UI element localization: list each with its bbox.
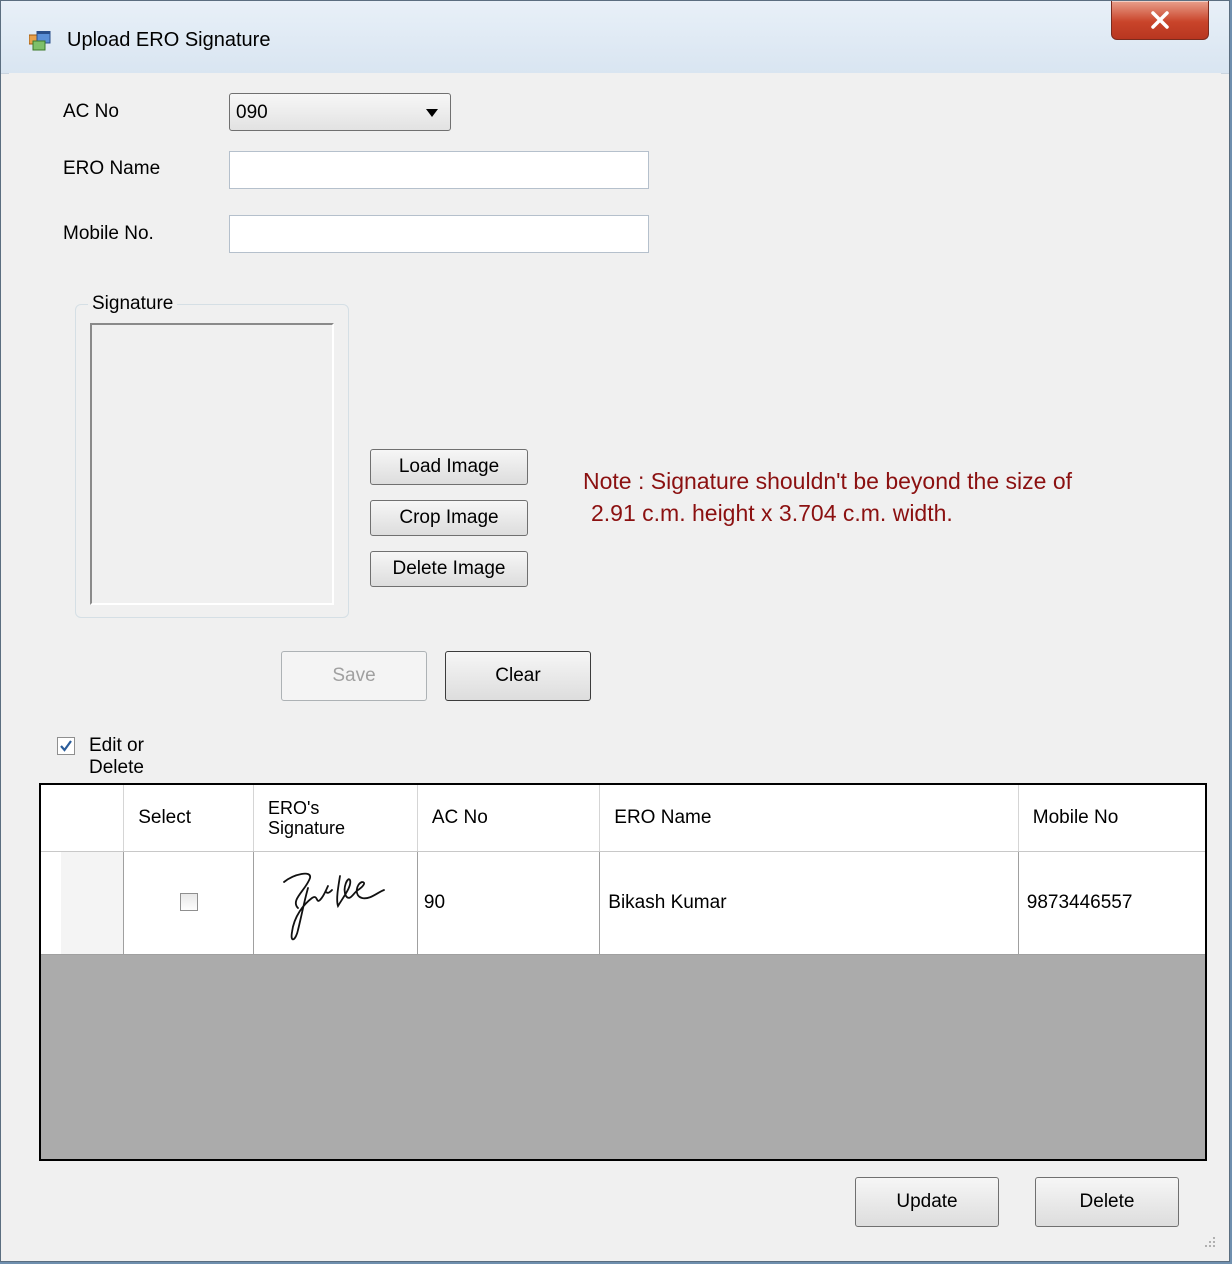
table-row[interactable]: 90 Bikash Kumar 9873446557 — [41, 851, 1205, 955]
note-line-2: 2.91 c.m. height x 3.704 c.m. width. — [591, 500, 953, 526]
signature-cell — [253, 851, 418, 955]
ac-no-label: AC No — [63, 101, 119, 122]
resize-grip-icon[interactable] — [1203, 1235, 1217, 1249]
select-cell[interactable] — [123, 851, 254, 955]
delete-button[interactable]: Delete — [1035, 1177, 1179, 1227]
close-icon — [1151, 11, 1169, 29]
signature-picture-box — [90, 323, 334, 605]
load-image-button[interactable]: Load Image — [370, 449, 528, 485]
ero-name-cell: Bikash Kumar — [599, 851, 1019, 955]
title-bar: Upload ERO Signature — [1, 1, 1229, 74]
edit-or-delete-label: Edit or Delete — [89, 735, 144, 778]
row-select-checkbox[interactable] — [179, 893, 198, 912]
app-icon — [28, 30, 51, 51]
save-button[interactable]: Save — [281, 651, 427, 701]
note-line-1: Note : Signature shouldn't be beyond the… — [583, 468, 1072, 494]
row-header-cell[interactable] — [41, 851, 125, 955]
close-button[interactable] — [1111, 1, 1209, 40]
form-client-area: AC No 090 ERO Name Mobile No. Signature … — [9, 73, 1221, 1253]
window-title: Upload ERO Signature — [67, 29, 271, 51]
signature-size-note: Note : Signature shouldn't be beyond the… — [583, 465, 1072, 529]
ac-no-cell: 90 — [417, 851, 601, 955]
update-button[interactable]: Update — [855, 1177, 999, 1227]
column-header-signature[interactable]: ERO's Signature — [253, 785, 418, 852]
mobile-no-field[interactable] — [229, 215, 649, 253]
crop-image-button[interactable]: Crop Image — [370, 500, 528, 536]
upload-ero-signature-window: Upload ERO Signature AC No 090 ERO Name … — [0, 0, 1230, 1262]
ero-signature-grid: Select ERO's Signature AC No ERO Name Mo… — [39, 783, 1207, 1161]
grid-header-row: Select ERO's Signature AC No ERO Name Mo… — [41, 785, 1205, 852]
grid-table: Select ERO's Signature AC No ERO Name Mo… — [41, 785, 1205, 955]
signature-groupbox: Signature — [75, 293, 349, 618]
signature-header-line-2: Signature — [267, 817, 345, 838]
checkbox-checked-icon[interactable] — [57, 737, 75, 755]
delete-image-button[interactable]: Delete Image — [370, 551, 528, 587]
ero-name-field[interactable] — [229, 151, 649, 189]
mobile-no-label: Mobile No. — [63, 223, 154, 244]
ac-no-dropdown[interactable]: 090 — [229, 93, 451, 131]
clear-button[interactable]: Clear — [445, 651, 591, 701]
signature-image — [283, 872, 385, 940]
mobile-no-cell: 9873446557 — [1018, 851, 1205, 955]
chevron-down-icon — [426, 109, 438, 117]
column-header-mobile-no[interactable]: Mobile No — [1018, 785, 1205, 852]
ero-name-label: ERO Name — [63, 158, 161, 179]
ac-no-selected-value: 090 — [236, 102, 268, 123]
signature-group-label: Signature — [88, 293, 178, 315]
column-header-select[interactable]: Select — [123, 785, 254, 852]
signature-header-line-1: ERO's — [267, 797, 320, 818]
column-header-ero-name[interactable]: ERO Name — [599, 785, 1019, 852]
column-header-ac-no[interactable]: AC No — [417, 785, 601, 852]
row-header-corner — [41, 785, 125, 852]
